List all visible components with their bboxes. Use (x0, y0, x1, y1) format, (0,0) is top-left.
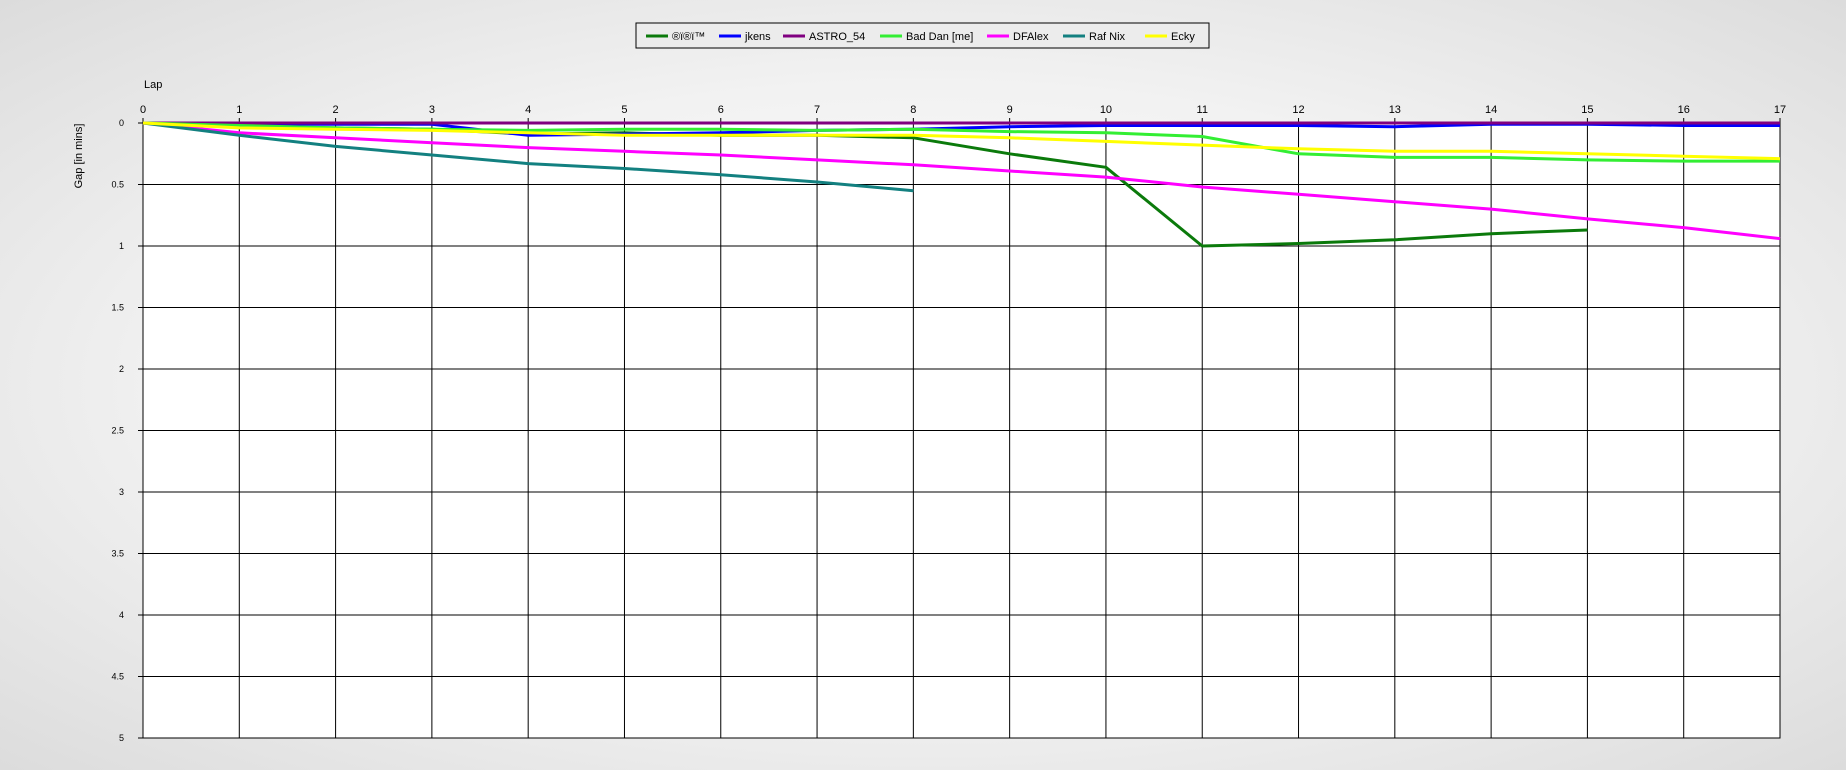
x-tick-label: 15 (1581, 104, 1593, 116)
x-tick-label: 9 (1007, 104, 1013, 116)
x-tick-label: 2 (333, 104, 339, 116)
legend: ®ï®ï™ jkens ASTRO_54 Bad Dan [me] DFAlex Raf … (635, 22, 1210, 49)
x-tick-label: 11 (1197, 104, 1208, 116)
x-tick-label: 17 (1774, 104, 1786, 116)
x-tick-label: 12 (1292, 104, 1304, 116)
y-tick-label: 3.5 (111, 549, 124, 559)
y-tick-label: 1.5 (111, 303, 124, 313)
x-tick-label: 14 (1485, 104, 1497, 116)
legend-label: Ecky (1171, 31, 1195, 43)
x-tick-label: 5 (621, 104, 627, 116)
y-tick-label: 3 (119, 487, 124, 497)
x-axis-label: Lap (144, 79, 162, 91)
x-tick-label: 13 (1389, 104, 1401, 116)
legend-label: ®ï®ï™ (672, 31, 705, 43)
legend-label: Bad Dan [me] (906, 31, 973, 43)
y-tick-label: 2.5 (111, 426, 124, 436)
x-tick-label: 10 (1100, 104, 1112, 116)
x-tick-label: 7 (814, 104, 820, 116)
x-tick-label: 4 (525, 104, 531, 116)
legend-label: Raf Nix (1089, 31, 1126, 43)
x-tick-label: 1 (236, 104, 242, 116)
x-tick-label: 0 (140, 104, 146, 116)
x-tick-label: 3 (429, 104, 435, 116)
y-tick-label: 0 (119, 118, 124, 128)
y-tick-label: 2 (119, 364, 124, 374)
x-tick-label: 8 (910, 104, 916, 116)
legend-label: jkens (744, 31, 771, 43)
y-tick-label: 1 (119, 241, 124, 251)
lap-gap-chart: 0 1 2 3 4 5 6 7 8 9 10 11 12 13 14 15 16 1700.511.522.533… (73, 22, 1786, 743)
x-tick-label: 6 (718, 104, 724, 116)
x-tick-label: 16 (1678, 104, 1690, 116)
legend-label: DFAlex (1013, 31, 1049, 43)
y-axis-label: Gap [in mins] (73, 124, 85, 189)
legend-label: ASTRO_54 (809, 31, 865, 43)
y-tick-label: 4.5 (111, 672, 124, 682)
y-tick-label: 4 (119, 610, 124, 620)
y-tick-label: 0.5 (111, 180, 124, 190)
y-tick-label: 5 (119, 733, 124, 743)
